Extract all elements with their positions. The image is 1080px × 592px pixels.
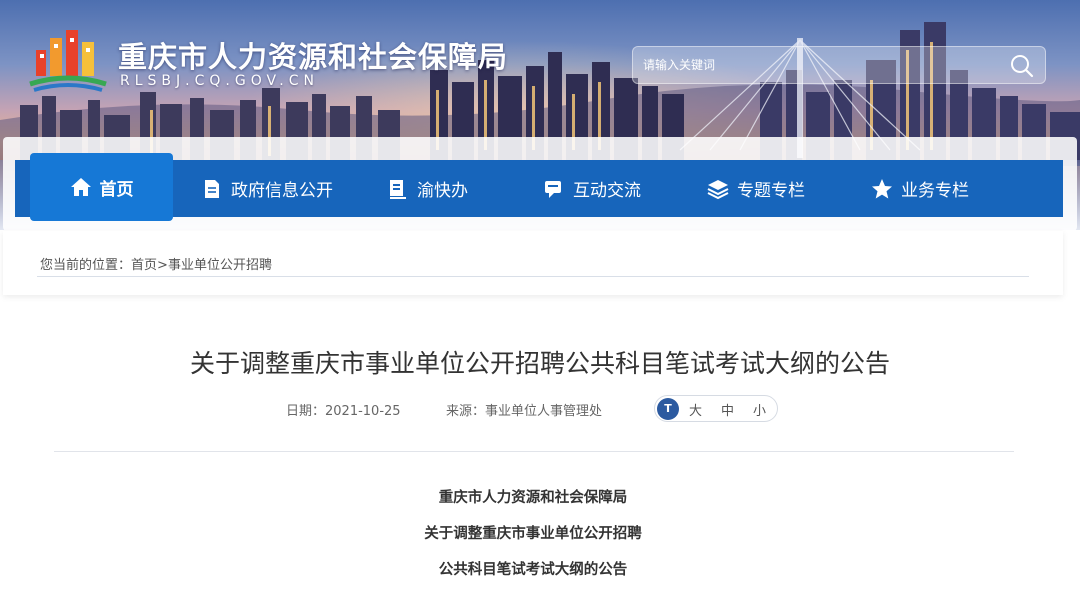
article-body-line: 公共科目笔试考试大纲的公告 bbox=[438, 562, 628, 578]
article-body-line: 重庆市人力资源和社会保障局 bbox=[438, 490, 628, 506]
breadcrumb-home-link[interactable]: 首页 bbox=[131, 258, 157, 273]
article-body-line: 关于调整重庆市事业单位公开招聘 bbox=[424, 526, 642, 542]
home-icon bbox=[70, 178, 91, 196]
nav-label-gov-info: 政府信息公开 bbox=[231, 181, 333, 201]
breadcrumb-separator: > bbox=[157, 258, 168, 273]
nav-item-business[interactable]: 业务专栏 bbox=[871, 160, 969, 217]
nav-item-gov-info[interactable]: 政府信息公开 bbox=[201, 160, 333, 217]
breadcrumb-prefix: 您当前的位置： bbox=[40, 258, 132, 273]
article-source: 来源：事业单位人事管理处 bbox=[446, 404, 603, 419]
layers-icon bbox=[707, 179, 729, 199]
nav-label-interaction: 互动交流 bbox=[573, 181, 641, 201]
star-icon bbox=[872, 178, 892, 198]
main-nav: 首页 政府信息公开 渝快办 互动交流 专题专栏 业务专栏 bbox=[15, 153, 1063, 221]
font-size-icon: T bbox=[657, 398, 679, 420]
breadcrumb-current-link[interactable]: 事业单位公开招聘 bbox=[168, 258, 272, 273]
font-size-large-button[interactable]: 大 bbox=[689, 400, 702, 419]
document-icon bbox=[205, 179, 219, 198]
breadcrumb-divider bbox=[37, 276, 1029, 277]
article-title: 关于调整重庆市事业单位公开招聘公共科目笔试考试大纲的公告 bbox=[189, 349, 890, 378]
font-size-small-button[interactable]: 小 bbox=[753, 400, 766, 419]
site-title: 重庆市人力资源和社会保障局 bbox=[118, 40, 509, 74]
form-icon bbox=[390, 179, 406, 199]
article-divider bbox=[54, 451, 1014, 452]
font-size-control: T 大 中 小 bbox=[654, 395, 778, 422]
search-input[interactable] bbox=[643, 47, 1003, 83]
logo-icon bbox=[29, 30, 107, 92]
nav-item-yukuaiban[interactable]: 渝快办 bbox=[387, 160, 468, 217]
nav-label-yukuaiban: 渝快办 bbox=[417, 181, 468, 201]
article-date: 日期：2021-10-25 bbox=[286, 404, 401, 419]
search-icon[interactable] bbox=[1009, 53, 1035, 79]
site-domain: RLSBJ.CQ.GOV.CN bbox=[120, 73, 319, 89]
nav-label-home: 首页 bbox=[99, 179, 134, 200]
nav-item-interaction[interactable]: 互动交流 bbox=[543, 160, 641, 217]
nav-item-special-topics[interactable]: 专题专栏 bbox=[707, 160, 805, 217]
font-size-medium-button[interactable]: 中 bbox=[721, 400, 734, 419]
nav-label-special-topics: 专题专栏 bbox=[737, 181, 805, 201]
nav-item-home[interactable]: 首页 bbox=[30, 153, 173, 221]
search-box bbox=[632, 46, 1046, 84]
nav-label-business: 业务专栏 bbox=[901, 181, 969, 201]
chat-icon bbox=[545, 180, 561, 198]
breadcrumb: 您当前的位置：首页>事业单位公开招聘 bbox=[40, 254, 272, 273]
